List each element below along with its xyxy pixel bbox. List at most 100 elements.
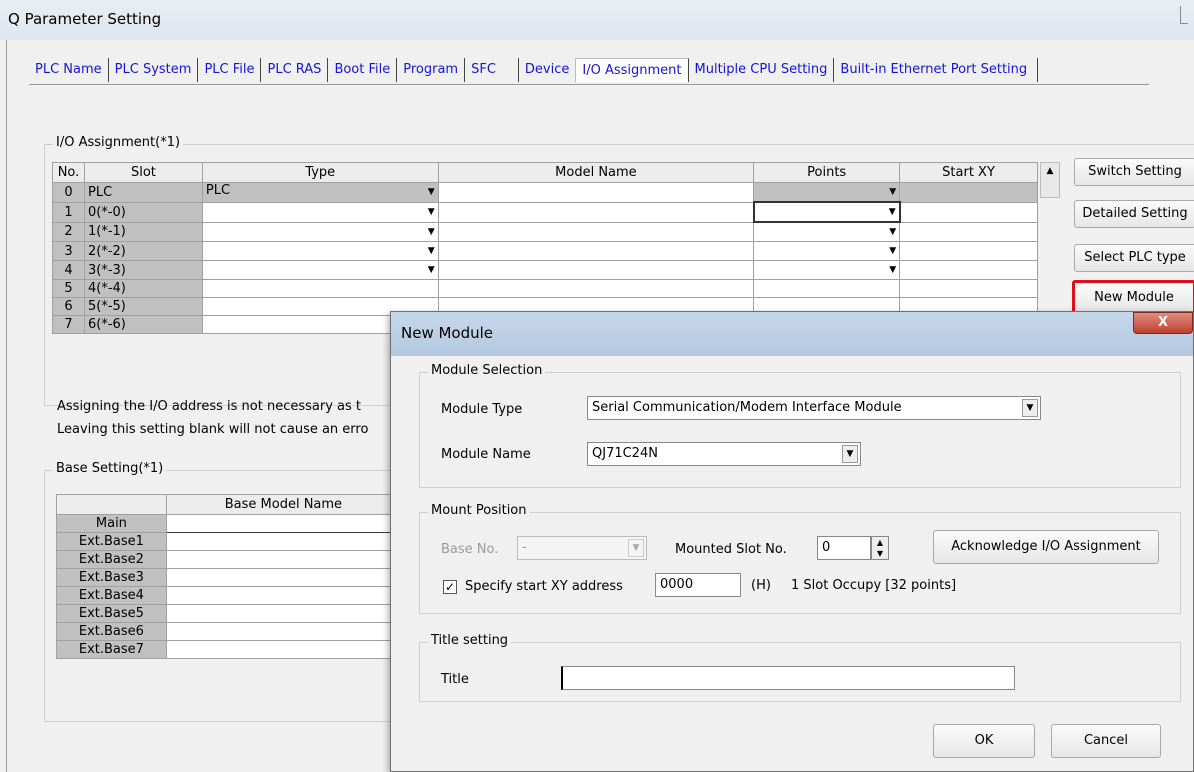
base-model-cell[interactable]	[165, 514, 402, 533]
cancel-button[interactable]: Cancel	[1051, 724, 1161, 758]
window-edge	[1180, 6, 1188, 24]
table-row: 0 PLC PLC ▼ ▼	[52, 182, 1038, 203]
ok-button[interactable]: OK	[933, 724, 1035, 758]
row-no: 4	[52, 260, 85, 280]
row-model-cell[interactable]	[437, 201, 755, 223]
row-slot: 2(*-2)	[83, 241, 203, 261]
row-slot: 5(*-5)	[83, 297, 203, 316]
base-model-cell[interactable]	[165, 604, 402, 623]
slot-spinner[interactable]: ▲ ▼	[871, 536, 889, 560]
module-name-select[interactable]: QJ71C24N ▼	[587, 442, 861, 466]
tab-plc-ras[interactable]: PLC RAS	[261, 58, 329, 82]
base-row-label: Main	[56, 514, 167, 533]
dialog-title-bar: New Module X	[391, 312, 1193, 356]
module-selection-legend: Module Selection	[428, 363, 546, 378]
title-input[interactable]	[561, 666, 1015, 690]
base-model-cell[interactable]	[165, 622, 402, 641]
row-no: 6	[52, 297, 85, 316]
tab-io-assignment[interactable]: I/O Assignment	[575, 58, 689, 82]
io-table-scrollbar[interactable]: ▲	[1040, 162, 1060, 198]
row-model-cell[interactable]	[437, 260, 755, 280]
io-note-line1: Assigning the I/O address is not necessa…	[57, 399, 362, 414]
row-start-cell[interactable]	[899, 182, 1038, 203]
row-start-cell[interactable]	[899, 279, 1038, 298]
row-model-cell[interactable]	[437, 221, 755, 242]
row-start-cell[interactable]	[899, 241, 1038, 261]
dropdown-arrow-icon[interactable]: ▼	[889, 223, 896, 241]
row-type-value: PLC	[205, 183, 231, 199]
dropdown-arrow-icon[interactable]: ▼	[428, 261, 435, 279]
base-row-label: Ext.Base7	[56, 640, 167, 659]
tab-plc-file[interactable]: PLC File	[198, 58, 262, 82]
table-row: 4 3(*-3) ▼ ▼	[52, 260, 1038, 280]
col-no: No.	[52, 162, 85, 183]
base-model-cell[interactable]	[165, 550, 402, 569]
module-name-value: QJ71C24N	[592, 446, 658, 461]
row-points-cell[interactable]: ▼	[753, 221, 901, 242]
row-points-cell[interactable]: ▼	[753, 241, 901, 261]
row-type-cell[interactable]	[201, 279, 439, 298]
base-model-cell[interactable]	[165, 568, 402, 587]
tab-boot-file[interactable]: Boot File	[328, 58, 398, 82]
dropdown-arrow-icon[interactable]: ▼	[428, 203, 435, 221]
specify-start-xy-checkbox[interactable]: ✓	[443, 580, 457, 594]
chevron-down-icon[interactable]: ▼	[842, 445, 858, 463]
col-type: Type	[201, 162, 439, 183]
dropdown-arrow-icon[interactable]: ▼	[889, 242, 896, 260]
new-module-button[interactable]: New Module	[1072, 280, 1194, 314]
base-model-cell[interactable]	[165, 586, 402, 605]
tab-program[interactable]: Program	[397, 58, 466, 82]
dropdown-arrow-icon[interactable]: ▼	[889, 183, 896, 201]
row-points-cell[interactable]	[753, 279, 901, 298]
dropdown-arrow-icon[interactable]: ▼	[428, 242, 435, 260]
table-row: Ext.Base5	[56, 604, 402, 623]
dropdown-arrow-icon[interactable]: ▼	[428, 183, 435, 201]
tab-underline	[29, 84, 1149, 85]
row-points-cell[interactable]: ▼	[753, 260, 901, 280]
title-label: Title	[441, 672, 469, 687]
detailed-setting-button[interactable]: Detailed Setting	[1074, 200, 1194, 228]
tab-plc-system[interactable]: PLC System	[108, 58, 199, 82]
row-points-cell[interactable]: ▼	[753, 182, 901, 203]
row-slot: 6(*-6)	[83, 315, 203, 334]
base-no-select[interactable]: - ▼	[517, 536, 647, 560]
tab-sfc[interactable]: SFC	[465, 58, 519, 82]
module-type-select[interactable]: Serial Communication/Modem Interface Mod…	[587, 396, 1041, 420]
dialog-body: Module Selection Module Type Serial Comm…	[397, 356, 1189, 766]
row-start-cell[interactable]	[899, 201, 1038, 223]
chevron-down-icon[interactable]: ▼	[1022, 399, 1038, 417]
tab-ethernet-port[interactable]: Built-in Ethernet Port Setting	[834, 58, 1039, 82]
tab-device[interactable]: Device	[518, 58, 576, 82]
row-start-cell[interactable]	[899, 221, 1038, 242]
tab-multiple-cpu[interactable]: Multiple CPU Setting	[688, 58, 835, 82]
row-type-cell[interactable]: ▼	[201, 221, 439, 242]
chevron-down-icon[interactable]: ▼	[628, 539, 644, 557]
row-type-cell[interactable]: ▼	[201, 260, 439, 280]
dropdown-arrow-icon[interactable]: ▼	[428, 223, 435, 241]
row-type-cell[interactable]: PLC ▼	[201, 182, 439, 203]
row-slot: 4(*-4)	[83, 279, 203, 298]
acknowledge-io-button[interactable]: Acknowledge I/O Assignment	[933, 530, 1159, 564]
row-model-cell[interactable]	[437, 279, 755, 298]
row-model-cell[interactable]	[437, 182, 755, 203]
row-type-cell[interactable]: ▼	[201, 201, 439, 223]
tab-plc-name[interactable]: PLC Name	[29, 58, 109, 82]
hex-label: (H)	[751, 578, 771, 593]
row-model-cell[interactable]	[437, 241, 755, 261]
dropdown-arrow-icon[interactable]: ▼	[889, 261, 896, 279]
mounted-slot-input[interactable]: 0	[817, 536, 871, 560]
scroll-up-icon[interactable]: ▲	[1041, 163, 1059, 179]
base-model-cell[interactable]	[165, 532, 402, 551]
close-icon[interactable]: X	[1133, 312, 1193, 334]
row-points-cell[interactable]: ▼	[752, 201, 901, 223]
slot-occupy-text: 1 Slot Occupy [32 points]	[791, 578, 957, 593]
switch-setting-button[interactable]: Switch Setting	[1074, 158, 1194, 186]
row-type-cell[interactable]: ▼	[201, 241, 439, 261]
base-row-label: Ext.Base3	[56, 568, 167, 587]
start-xy-address-input[interactable]: 0000	[655, 573, 741, 597]
dropdown-arrow-icon[interactable]: ▼	[889, 203, 896, 221]
row-start-cell[interactable]	[899, 260, 1038, 280]
base-model-cell[interactable]	[165, 640, 402, 659]
select-plc-type-button[interactable]: Select PLC type	[1074, 244, 1194, 272]
row-slot: 3(*-3)	[83, 260, 203, 280]
